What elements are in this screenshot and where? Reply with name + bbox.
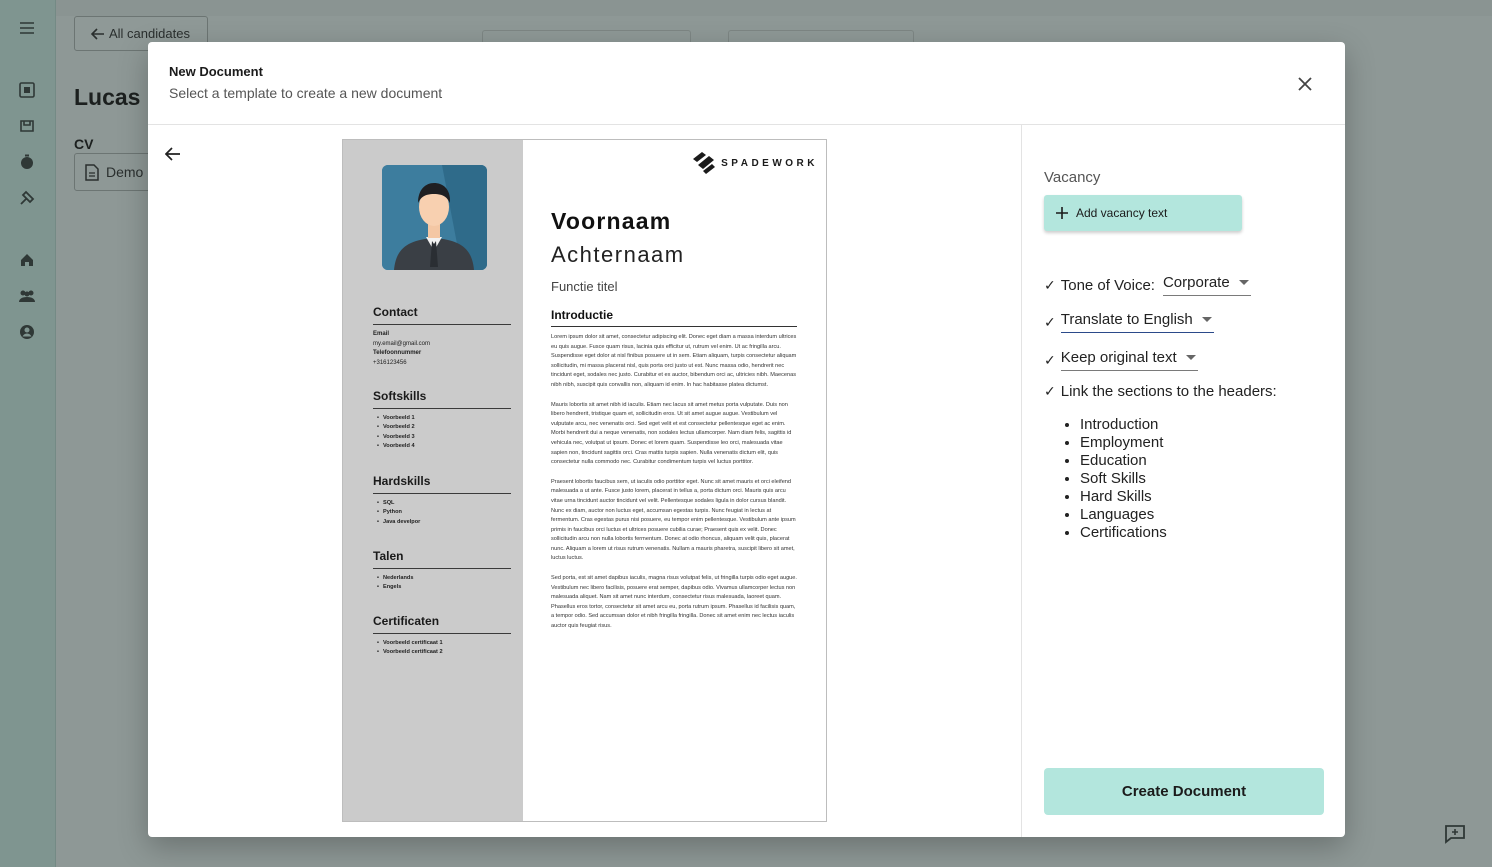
translate-row: ✓ Translate to English: [1044, 311, 1214, 333]
topbar: [56, 0, 1492, 16]
link-sections-row: ✓ Link the sections to the headers:: [1044, 383, 1277, 400]
list-item: Voorbeeld certificaat 1: [377, 639, 511, 648]
arrow-left-icon: [91, 27, 104, 40]
intro-paragraph: Mauris lobortis sit amet nibh id iaculis…: [551, 401, 792, 466]
intro-title: Introductie: [551, 308, 797, 327]
back-button[interactable]: [162, 143, 184, 165]
list-item: Hard Skills: [1080, 488, 1167, 506]
spadework-logo: SPADEWORK: [691, 150, 818, 176]
tools-icon[interactable]: [16, 187, 38, 209]
cv-left-column: Contact Email my.email@gmail.com Telefoo…: [343, 140, 523, 821]
cv-file-name: Demo: [106, 164, 144, 180]
all-candidates-label: All candidates: [109, 26, 190, 41]
list-item: Voorbeeld certificaat 2: [377, 648, 511, 657]
app-sidebar: [0, 0, 56, 867]
team-icon[interactable]: [16, 285, 38, 307]
chevron-down-icon: [1238, 280, 1249, 285]
list-item: Languages: [1080, 506, 1167, 524]
list-item: Voorbeeld 4: [377, 442, 511, 451]
candidates-icon[interactable]: [16, 79, 38, 101]
plus-icon: [1056, 207, 1068, 219]
intro-paragraph: Praesent lobortis faucibus sem, ut iacul…: [551, 478, 796, 562]
softskills-section: Softskills Voorbeeld 1 Voorbeeld 2 Voorb…: [373, 389, 511, 452]
list-item: Soft Skills: [1080, 470, 1167, 488]
email-label: Email: [373, 331, 390, 337]
list-item: SQL: [377, 499, 511, 508]
dialog-header: New Document Select a template to create…: [148, 42, 1345, 125]
translate-select[interactable]: Translate to English: [1060, 311, 1214, 333]
translate-value: Translate to English: [1060, 311, 1193, 328]
function-title: Functie titel: [551, 279, 618, 294]
tone-label: Tone of Voice:: [1060, 276, 1155, 294]
add-vacancy-button[interactable]: Add vacancy text: [1044, 195, 1242, 231]
hardskills-section: Hardskills SQL Python Java develpor: [373, 474, 511, 527]
link-sections-label: Link the sections to the headers:: [1060, 383, 1277, 400]
close-button[interactable]: [1294, 73, 1316, 95]
intro-paragraph: Lorem ipsum dolor sit amet, consectetur …: [551, 334, 797, 388]
intro-paragraph: Sed porta, est sit amet dapibus iaculis,…: [551, 575, 797, 630]
dialog-subtitle: Select a template to create a new docume…: [169, 85, 443, 101]
hardskills-title: Hardskills: [373, 474, 511, 494]
talen-title: Talen: [373, 549, 511, 569]
profile-photo: [382, 165, 487, 270]
certificaten-title: Certificaten: [373, 614, 511, 634]
check-icon: ✓: [1044, 313, 1056, 330]
add-vacancy-label: Add vacancy text: [1076, 206, 1168, 220]
certificaten-section: Certificaten Voorbeeld certificaat 1 Voo…: [373, 614, 511, 658]
list-item: Voorbeeld 2: [377, 423, 511, 432]
account-icon[interactable]: [16, 321, 38, 343]
dialog-title: New Document: [169, 64, 263, 79]
tone-of-voice-row: ✓ Tone of Voice: Corporate: [1044, 274, 1251, 296]
chevron-down-icon: [1201, 317, 1212, 322]
list-item: Education: [1080, 452, 1167, 470]
document-icon: [85, 163, 99, 181]
create-document-button[interactable]: Create Document: [1044, 768, 1324, 815]
list-item: Python: [377, 508, 511, 517]
list-item: Introduction: [1080, 416, 1167, 434]
menu-icon[interactable]: [16, 17, 38, 39]
list-item: Voorbeeld 1: [377, 414, 511, 423]
timer-icon[interactable]: [16, 151, 38, 173]
list-item: Nederlands: [377, 574, 511, 583]
contact-section: Contact Email my.email@gmail.com Telefoo…: [373, 305, 511, 368]
new-document-dialog: New Document Select a template to create…: [148, 42, 1345, 837]
phone-label: Telefoonnummer: [373, 350, 422, 356]
last-name: Achternaam: [551, 242, 685, 267]
intro-text: Lorem ipsum dolor sit amet, consectetur …: [551, 333, 797, 642]
list-item: Java develpor: [377, 518, 511, 527]
headers-list: Introduction Employment Education Soft S…: [1080, 416, 1167, 542]
chevron-down-icon: [1185, 355, 1196, 360]
tone-value: Corporate: [1162, 274, 1230, 291]
first-name: Voornaam: [551, 208, 672, 234]
cv-label: CV: [74, 136, 94, 152]
vacancy-label: Vacancy: [1044, 169, 1101, 186]
list-item: Engels: [377, 583, 511, 592]
list-item: Certifications: [1080, 524, 1167, 542]
dialog-body: Contact Email my.email@gmail.com Telefoo…: [148, 125, 1345, 837]
close-icon: [1298, 77, 1312, 91]
keep-text-select[interactable]: Keep original text: [1060, 349, 1198, 371]
feedback-icon[interactable]: [1444, 824, 1466, 849]
keep-text-value: Keep original text: [1060, 349, 1177, 366]
softskills-title: Softskills: [373, 389, 511, 409]
phone-value: +316123456: [373, 359, 407, 366]
talen-section: Talen Nederlands Engels: [373, 549, 511, 593]
keep-text-row: ✓ Keep original text: [1044, 349, 1198, 371]
tone-select[interactable]: Corporate: [1162, 274, 1251, 296]
logo-text: SPADEWORK: [721, 157, 818, 169]
check-icon: ✓: [1044, 383, 1056, 399]
check-icon: ✓: [1044, 276, 1056, 293]
check-icon: ✓: [1044, 351, 1056, 368]
inbox-icon[interactable]: [16, 115, 38, 137]
cv-right-column: SPADEWORK Voornaam Achternaam Functie ti…: [523, 140, 826, 821]
list-item: Voorbeeld 3: [377, 433, 511, 442]
panel-divider: [1021, 125, 1022, 837]
spadework-logo-icon: [693, 152, 716, 174]
template-preview: Contact Email my.email@gmail.com Telefoo…: [342, 139, 827, 822]
list-item: Employment: [1080, 434, 1167, 452]
home-icon[interactable]: [16, 249, 38, 271]
arrow-left-icon: [165, 147, 180, 161]
email-value: my.email@gmail.com: [373, 340, 430, 347]
contact-title: Contact: [373, 305, 511, 325]
